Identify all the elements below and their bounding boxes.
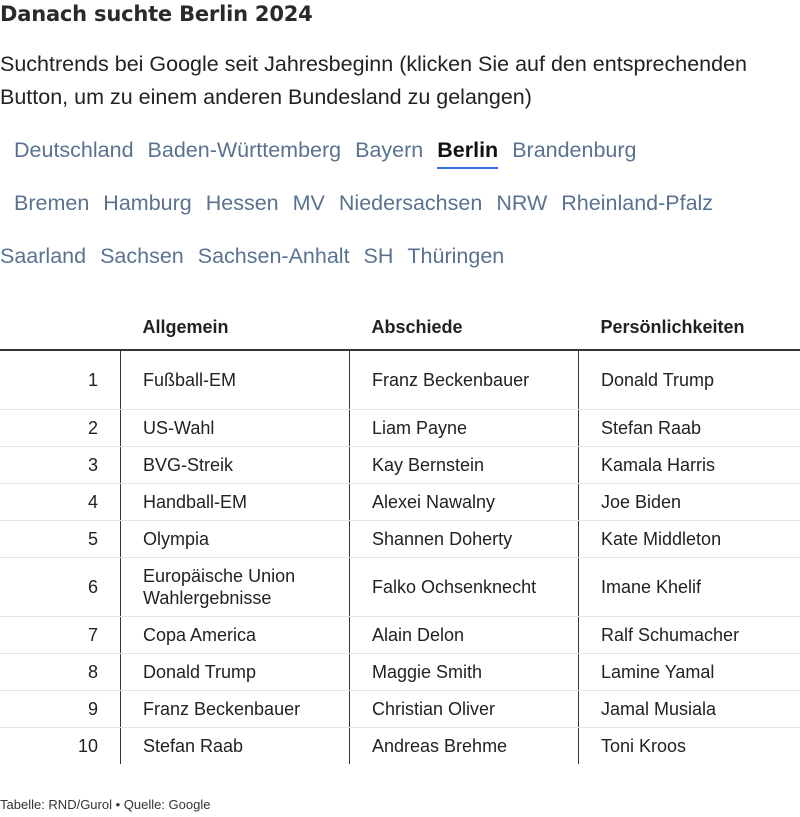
personality-cell: Kate Middleton (578, 520, 800, 558)
table-header-row: Allgemein Abschiede Persönlichkeiten (0, 305, 800, 351)
tab-rheinland-pfalz[interactable]: Rheinland-Pfalz (561, 177, 713, 230)
rank-cell: 1 (0, 350, 121, 410)
general-cell: Donald Trump (120, 653, 350, 691)
farewell-cell: Franz Beckenbauer (349, 350, 579, 410)
rank-cell: 9 (0, 690, 121, 728)
rank-cell: 4 (0, 483, 121, 521)
rank-cell: 7 (0, 616, 121, 654)
farewell-cell: Shannen Doherty (349, 520, 579, 558)
general-cell: BVG-Streik (120, 446, 350, 484)
trends-table: Allgemein Abschiede Persönlichkeiten 1 Fu… (0, 305, 800, 764)
rank-cell: 2 (0, 409, 121, 447)
rank-cell: 3 (0, 446, 121, 484)
tab-mv[interactable]: MV (293, 177, 325, 230)
tab-hamburg[interactable]: Hamburg (103, 177, 191, 230)
tab-niedersachsen[interactable]: Niedersachsen (339, 177, 482, 230)
rank-cell: 5 (0, 520, 121, 558)
general-cell: Stefan Raab (120, 727, 350, 764)
general-cell: Olympia (120, 520, 350, 558)
tab-sh[interactable]: SH (364, 230, 394, 283)
personality-cell: Kamala Harris (578, 446, 800, 484)
tab-bremen[interactable]: Bremen (14, 177, 89, 230)
general-cell: Europäische Union Wahlergebnisse (120, 557, 350, 617)
farewell-cell: Andreas Brehme (349, 727, 579, 764)
table-row: 7 Copa America Alain Delon Ralf Schumacher (0, 616, 800, 654)
personality-cell: Toni Kroos (601, 736, 687, 756)
column-header-rank (0, 305, 121, 351)
rank-cell: 8 (0, 653, 121, 691)
page-subtitle: Suchtrends bei Google seit Jahresbeginn … (0, 52, 748, 109)
table-row: 9 Franz Beckenbauer Christian Oliver Jamal … (0, 690, 800, 728)
tab-brandenburg[interactable]: Brandenburg (512, 124, 636, 177)
page-title: Danach suchte Berlin 2024 (0, 2, 313, 26)
table-row: 2 US-Wahl Liam Payne Stefan Raab (0, 409, 800, 447)
tab-berlin[interactable]: Berlin (437, 124, 498, 177)
table-row: 3 BVG-Streik Kay Bernstein Kamala Harris (0, 446, 800, 484)
personality-cell: Joe Biden (578, 483, 800, 521)
column-header-farewells: Abschiede (349, 305, 579, 351)
tab-sachsen[interactable]: Sachsen (100, 230, 184, 283)
tab-nrw[interactable]: NRW (496, 177, 547, 230)
farewell-cell: Falko Ochsenknecht (349, 557, 579, 617)
general-cell: Franz Beckenbauer (120, 690, 350, 728)
personality-cell: Stefan Raab (578, 409, 800, 447)
general-cell: US-Wahl (120, 409, 350, 447)
tab-thueringen[interactable]: Thüringen (407, 230, 504, 283)
tab-hessen[interactable]: Hessen (206, 177, 279, 230)
personality-cell: Ralf Schumacher (578, 616, 800, 654)
farewell-cell: Alexei Nawalny (349, 483, 579, 521)
tab-bayern[interactable]: Bayern (355, 124, 423, 177)
table-row: 1 Fußball-EM Franz Beckenbauer Donald Trump (0, 350, 800, 410)
tab-sachsen-anhalt[interactable]: Sachsen-Anhalt (198, 230, 350, 283)
tab-saarland[interactable]: Saarland (0, 230, 86, 283)
table-row: 5 Olympia Shannen Doherty Kate Middleton (0, 520, 800, 558)
column-header-general: Allgemein (120, 305, 350, 351)
farewell-cell: Alain Delon (349, 616, 579, 654)
table-row: 10 Stefan Raab Andreas Brehme Toni Kroos (0, 727, 800, 764)
general-cell: Copa America (120, 616, 350, 654)
table-row: 4 Handball-EM Alexei Nawalny Joe Biden (0, 483, 800, 521)
farewell-cell: Liam Payne (349, 409, 579, 447)
farewell-cell: Christian Oliver (349, 690, 579, 728)
tab-baden-wuerttemberg[interactable]: Baden-Württemberg (148, 124, 342, 177)
farewell-cell: Kay Bernstein (349, 446, 579, 484)
general-cell: Handball-EM (120, 483, 350, 521)
column-header-personalities: Persönlichkeiten (578, 305, 800, 351)
state-tab-bar: Deutschland Baden-Württemberg Bayern Berlin… (0, 124, 760, 283)
rank-cell: 10 (0, 727, 121, 764)
rank-cell: 6 (0, 557, 121, 617)
source-footer: Tabelle: RND/Gurol • Quelle: Google (0, 797, 211, 812)
personality-cell: Donald Trump (578, 350, 800, 410)
table-row: 8 Donald Trump Maggie Smith Lamine Yamal (0, 653, 800, 691)
table-row: 6 Europäische Union Wahlergebnisse Falko O… (0, 557, 800, 617)
personality-cell: Imane Khelif (578, 557, 800, 617)
personality-cell: Jamal Musiala (578, 690, 800, 728)
farewell-cell: Maggie Smith (349, 653, 579, 691)
personality-cell: Lamine Yamal (578, 653, 800, 691)
general-cell: Fußball-EM (120, 350, 350, 410)
tab-deutschland[interactable]: Deutschland (14, 124, 134, 177)
